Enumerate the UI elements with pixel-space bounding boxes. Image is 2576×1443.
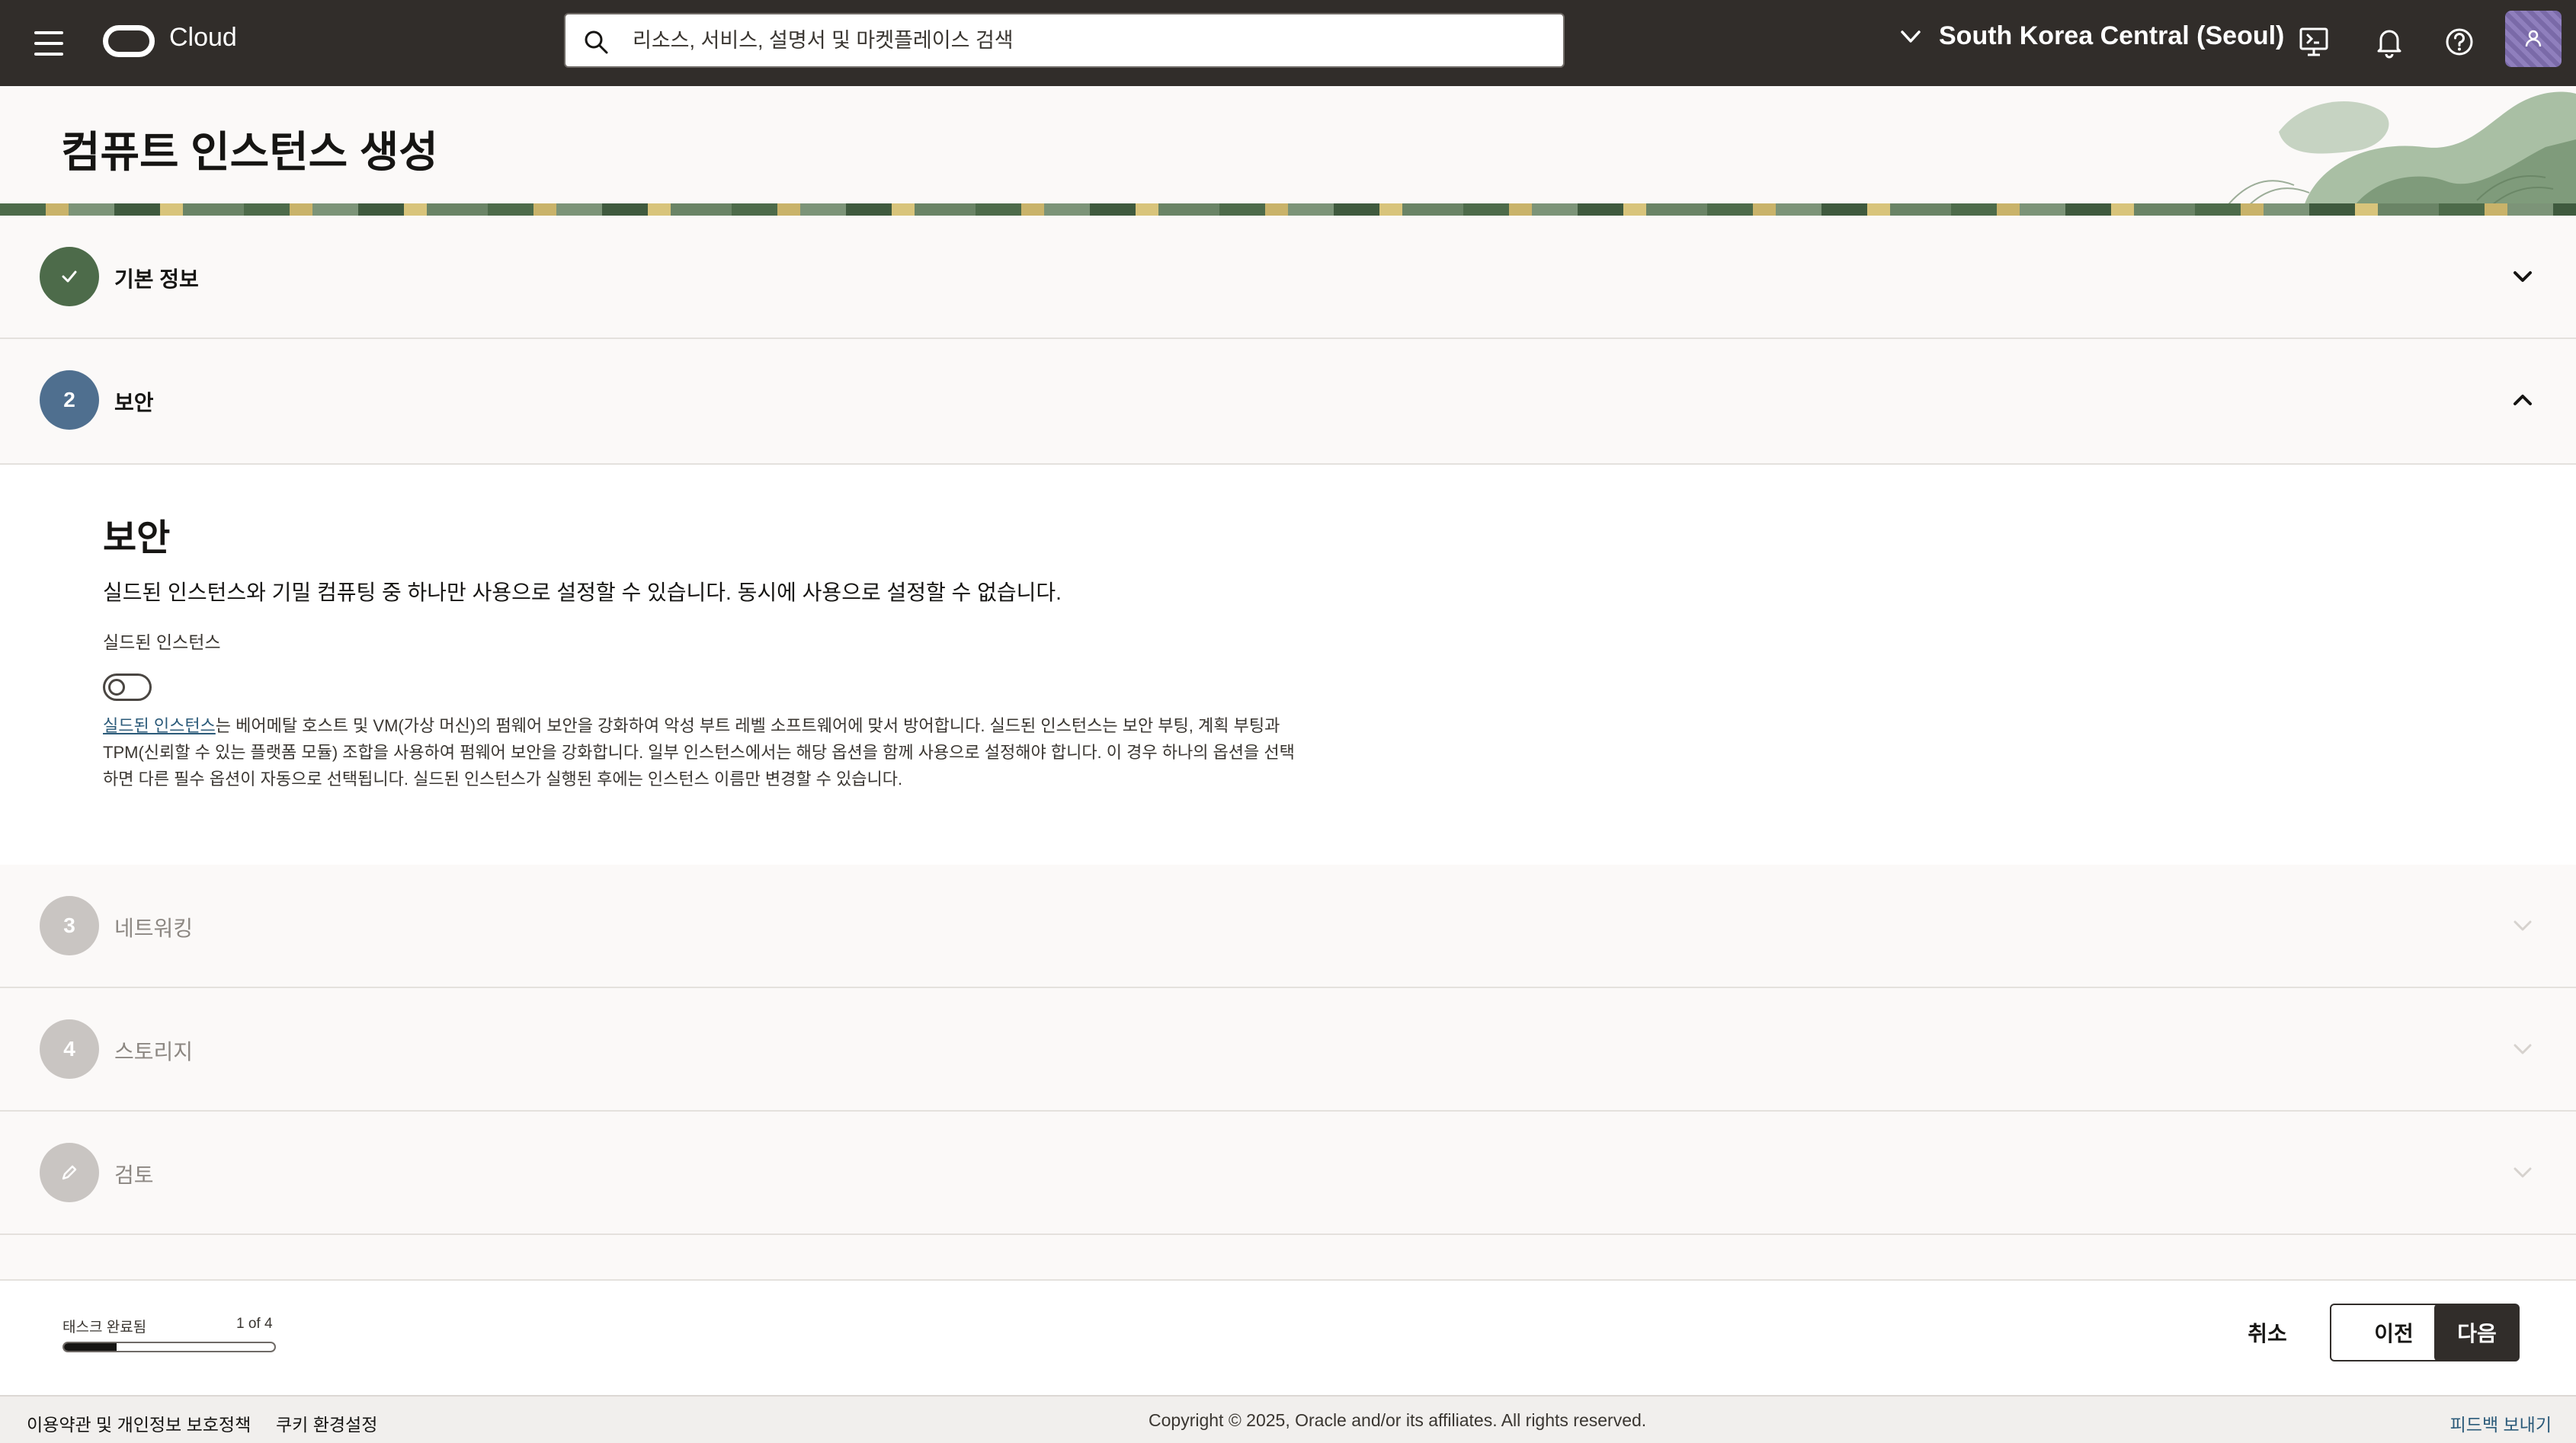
help-text-line-3: 하면 다른 필수 옵션이 자동으로 선택됩니다. 실드된 인스턴스가 실행된 후… (103, 769, 903, 789)
page-title: 컴퓨트 인스턴스 생성 (61, 128, 438, 176)
step-label: 네트워킹 (114, 917, 194, 940)
search-input[interactable] (633, 22, 1547, 59)
region-selector[interactable]: South Korea Central (Seoul) (1898, 21, 2284, 51)
step-number: 2 (63, 388, 75, 411)
step-security[interactable]: 2 보안 (0, 339, 2576, 465)
next-button[interactable]: 다음 (2434, 1304, 2520, 1361)
step-badge-disabled (40, 1143, 99, 1202)
help-text-line-2: TPM(신뢰할 수 있는 플랫폼 모듈) 조합을 사용하여 펌웨어 보안을 강화… (103, 743, 1295, 762)
brand-name[interactable]: Cloud (169, 23, 237, 53)
progress-count: 1 of 4 (236, 1316, 273, 1332)
step-label: 기본 정보 (114, 267, 199, 291)
page-header: 컴퓨트 인스턴스 생성 (0, 86, 2576, 216)
check-icon (62, 270, 77, 283)
step-label: 스토리지 (114, 1040, 194, 1064)
copyright-text: Copyright © 2025, Oracle and/or its affi… (1149, 1410, 1647, 1430)
search-box[interactable] (564, 13, 1565, 68)
top-navbar: Cloud South Korea Central (Seoul) (0, 0, 2576, 86)
cancel-button[interactable]: 취소 (2225, 1304, 2309, 1361)
chevron-down-icon (1901, 30, 1921, 43)
step-storage[interactable]: 4 스토리지 (0, 988, 2576, 1112)
chevron-down-icon[interactable] (2507, 910, 2538, 941)
progress-label: 태스크 완료됨 (62, 1320, 147, 1336)
step-badge-active: 2 (40, 370, 99, 430)
decorative-banner-strip (0, 203, 2576, 216)
help-icon[interactable] (2440, 23, 2478, 61)
step-label: 검토 (114, 1163, 154, 1187)
step-number: 3 (63, 913, 75, 937)
step-review[interactable]: 검토 (0, 1112, 2576, 1235)
step-badge-completed (40, 247, 99, 306)
security-description: 실드된 인스턴스와 기밀 컴퓨팅 중 하나만 사용으로 설정할 수 있습니다. … (103, 581, 1062, 604)
shielded-instance-label: 실드된 인스턴스 (103, 632, 221, 652)
wizard-action-bar: 태스크 완료됨 1 of 4 취소 이전 다음 (0, 1279, 2576, 1395)
region-label: South Korea Central (Seoul) (1939, 21, 2285, 50)
decorative-banner-art (2225, 91, 2576, 216)
progress-fill (64, 1343, 117, 1351)
bell-icon[interactable] (2370, 23, 2408, 61)
toggle-knob (108, 679, 125, 696)
step-basic-info[interactable]: 기본 정보 (0, 216, 2576, 339)
shielded-instance-link[interactable]: 실드된 인스턴스 (103, 716, 216, 735)
chevron-down-icon[interactable] (2507, 1034, 2538, 1064)
step-number: 4 (63, 1037, 75, 1061)
step-label: 보안 (114, 391, 154, 414)
section-heading: 보안 (103, 518, 171, 558)
chevron-up-icon[interactable] (2507, 385, 2538, 415)
chevron-down-icon[interactable] (2507, 261, 2538, 292)
pencil-icon (62, 1165, 77, 1180)
user-icon (2525, 30, 2542, 47)
feedback-link[interactable]: 피드백 보내기 (2450, 1410, 2552, 1436)
cloud-shell-icon[interactable] (2295, 23, 2333, 61)
shielded-instance-help: 실드된 인스턴스는 베어메탈 호스트 및 VM(가상 머신)의 펌웨어 보안을 … (103, 712, 1338, 792)
step-badge-disabled: 4 (40, 1019, 99, 1079)
step-networking[interactable]: 3 네트워킹 (0, 865, 2576, 988)
shielded-instance-toggle[interactable] (103, 674, 152, 701)
step-badge-disabled: 3 (40, 896, 99, 955)
oracle-logo-icon[interactable] (103, 25, 155, 57)
cookie-preferences-link[interactable]: 쿠키 환경설정 (276, 1410, 377, 1436)
progress-bar (62, 1342, 276, 1352)
page-footer: 이용약관 및 개인정보 보호정책 쿠키 환경설정 Copyright © 202… (0, 1395, 2576, 1443)
chevron-down-icon[interactable] (2507, 1157, 2538, 1188)
security-panel: 보안 실드된 인스턴스와 기밀 컴퓨팅 중 하나만 사용으로 설정할 수 있습니… (0, 465, 2576, 865)
help-text-line-1: 는 베어메탈 호스트 및 VM(가상 머신)의 펌웨어 보안을 강화하여 악성 … (215, 716, 1280, 735)
terms-link[interactable]: 이용약관 및 개인정보 보호정책 (27, 1410, 251, 1436)
search-icon (585, 30, 608, 54)
menu-icon[interactable] (30, 27, 67, 58)
avatar[interactable] (2505, 11, 2562, 67)
